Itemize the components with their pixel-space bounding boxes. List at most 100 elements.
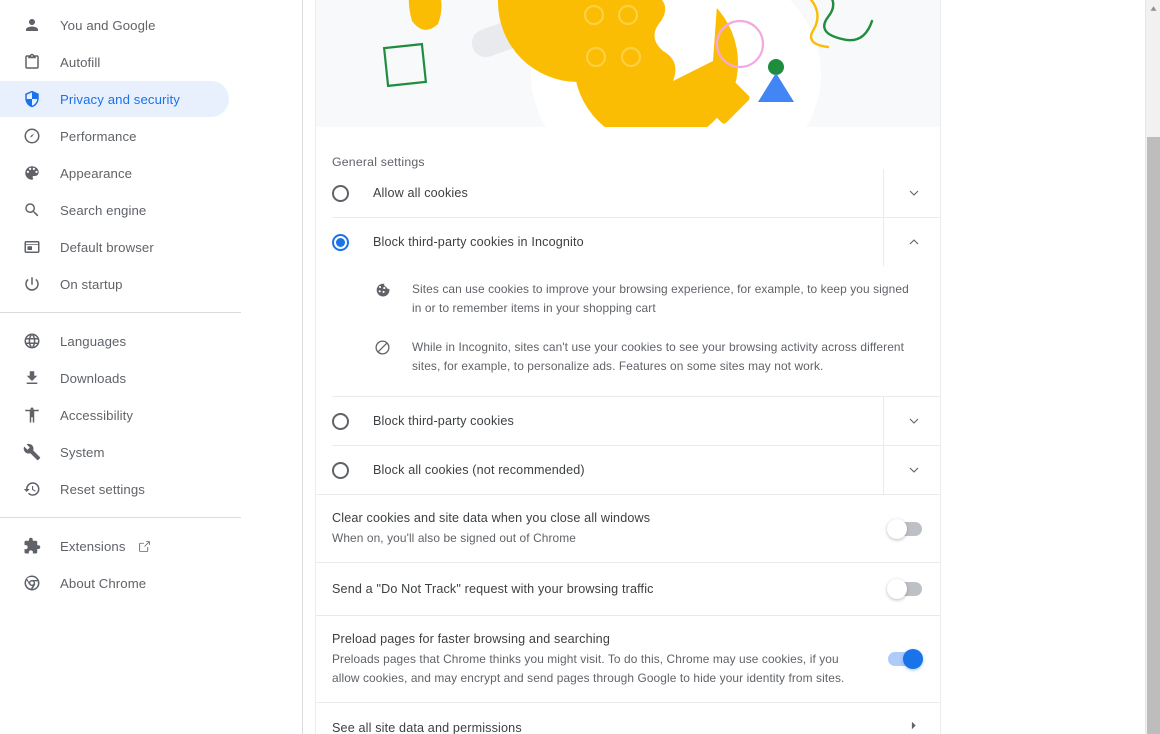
detail-row: While in Incognito, sites can't use your… xyxy=(316,328,940,386)
sidebar-divider xyxy=(0,517,241,518)
sidebar-divider xyxy=(0,312,241,313)
page-scrollbar[interactable] xyxy=(1145,0,1160,734)
sidebar-item-label: System xyxy=(60,444,105,460)
sidebar-item-label: You and Google xyxy=(60,17,156,33)
chevron-down-icon xyxy=(906,185,922,201)
radio-button[interactable] xyxy=(332,233,349,251)
scrollbar-thumb[interactable] xyxy=(1147,137,1160,734)
sidebar-item-reset-settings[interactable]: Reset settings xyxy=(0,471,302,507)
sidebar-item-label: Search engine xyxy=(60,202,147,218)
see-all-site-data-and-permissions-row[interactable]: See all site data and permissions xyxy=(316,703,940,734)
browser-window-icon xyxy=(22,237,42,257)
speedometer-icon xyxy=(22,126,42,146)
sidebar-item-label: On startup xyxy=(60,276,123,292)
sidebar-item-privacy-and-security[interactable]: Privacy and security xyxy=(0,81,229,117)
chevron-down-icon xyxy=(906,413,922,429)
sidebar-item-label: Performance xyxy=(60,128,137,144)
cookie-option-details: Sites can use cookies to improve your br… xyxy=(316,266,940,396)
sidebar-item-system[interactable]: System xyxy=(0,434,302,470)
expand-toggle[interactable] xyxy=(883,397,940,445)
detail-text: While in Incognito, sites can't use your… xyxy=(412,340,905,373)
sidebar-group-footer: Extensions About Chrome xyxy=(0,528,302,601)
setting-do-not-track[interactable]: Send a "Do Not Track" request with your … xyxy=(316,563,940,615)
radio-button[interactable] xyxy=(332,412,349,430)
expand-toggle[interactable] xyxy=(883,169,940,217)
setting-preload-pages[interactable]: Preload pages for faster browsing and se… xyxy=(316,616,940,702)
toggle-switch[interactable] xyxy=(887,518,922,539)
radio-button[interactable] xyxy=(332,461,349,479)
sidebar-item-label: Reset settings xyxy=(60,481,145,497)
sidebar-item-default-browser[interactable]: Default browser xyxy=(0,229,302,265)
cookie-option-block-all[interactable]: Block all cookies (not recommended) xyxy=(316,446,940,494)
collapse-toggle[interactable] xyxy=(883,218,940,266)
sidebar-item-about-chrome[interactable]: About Chrome xyxy=(0,565,302,601)
setting-clear-cookies-on-close[interactable]: Clear cookies and site data when you clo… xyxy=(316,495,940,562)
sidebar-item-autofill[interactable]: Autofill xyxy=(0,44,302,80)
scroll-up-arrow-icon[interactable] xyxy=(1146,0,1160,16)
cookie-option-allow-all[interactable]: Allow all cookies xyxy=(316,169,940,217)
sidebar-item-label: Privacy and security xyxy=(60,91,180,107)
cookies-illustration xyxy=(316,0,940,127)
setting-subtitle: Preloads pages that Chrome thinks you mi… xyxy=(332,652,845,685)
link-label: See all site data and permissions xyxy=(332,721,522,734)
sidebar-item-label: About Chrome xyxy=(60,575,147,591)
toggle-knob xyxy=(887,579,907,599)
settings-main-content: General settings Allow all cookies Block… xyxy=(303,0,1160,734)
history-restore-icon xyxy=(22,479,42,499)
cookie-icon xyxy=(374,281,398,318)
shield-icon xyxy=(22,89,42,109)
cookie-option-block-third-party[interactable]: Block third-party cookies xyxy=(316,397,940,445)
sidebar-item-search-engine[interactable]: Search engine xyxy=(0,192,302,228)
cookies-illustration-banner xyxy=(316,0,940,127)
radio-button[interactable] xyxy=(332,184,349,202)
chevron-right-icon xyxy=(907,719,920,734)
setting-subtitle: When on, you'll also be signed out of Ch… xyxy=(332,531,576,545)
sidebar-item-label: Appearance xyxy=(60,165,133,181)
sidebar-item-performance[interactable]: Performance xyxy=(0,118,302,154)
sidebar-group-main: You and Google Autofill Privacy and secu… xyxy=(0,7,302,302)
chrome-settings-window: You and Google Autofill Privacy and secu… xyxy=(0,0,1160,734)
sidebar-item-label: Default browser xyxy=(60,239,154,255)
open-in-new-icon[interactable] xyxy=(138,540,151,553)
puzzle-icon xyxy=(22,536,42,556)
sidebar-item-languages[interactable]: Languages xyxy=(0,323,302,359)
cookie-option-label: Block all cookies (not recommended) xyxy=(373,463,585,477)
settings-sidebar: You and Google Autofill Privacy and secu… xyxy=(0,0,303,734)
sidebar-item-label: Languages xyxy=(60,333,127,349)
section-title: General settings xyxy=(332,155,425,169)
clipboard-icon xyxy=(22,52,42,72)
download-icon xyxy=(22,368,42,388)
toggle-switch[interactable] xyxy=(888,649,923,669)
wrench-icon xyxy=(22,442,42,462)
setting-title: Send a "Do Not Track" request with your … xyxy=(332,581,654,596)
sidebar-item-you-and-google[interactable]: You and Google xyxy=(0,7,302,43)
palette-icon xyxy=(22,163,42,183)
block-icon xyxy=(374,339,398,376)
globe-icon xyxy=(22,331,42,351)
detail-row: Sites can use cookies to improve your br… xyxy=(316,270,940,328)
expand-toggle[interactable] xyxy=(883,446,940,494)
sidebar-item-extensions[interactable]: Extensions xyxy=(0,528,302,564)
sidebar-item-label: Accessibility xyxy=(60,407,134,423)
sidebar-item-accessibility[interactable]: Accessibility xyxy=(0,397,302,433)
toggle-knob xyxy=(903,649,923,669)
cookie-option-block-third-party-incognito[interactable]: Block third-party cookies in Incognito xyxy=(316,218,940,266)
cookie-option-label: Block third-party cookies in Incognito xyxy=(373,235,584,249)
sidebar-item-label: Autofill xyxy=(60,54,101,70)
search-icon xyxy=(22,200,42,220)
sidebar-item-downloads[interactable]: Downloads xyxy=(0,360,302,396)
sidebar-item-label: Downloads xyxy=(60,370,127,386)
cookie-option-label: Allow all cookies xyxy=(373,186,468,200)
sidebar-group-advanced: Languages Downloads Accessibility System xyxy=(0,323,302,507)
toggle-knob xyxy=(887,518,907,539)
setting-texts: Preload pages for faster browsing and se… xyxy=(332,630,924,688)
power-icon xyxy=(22,274,42,294)
toggle-switch[interactable] xyxy=(887,579,922,599)
setting-title: Preload pages for faster browsing and se… xyxy=(332,632,610,646)
chevron-up-icon xyxy=(906,234,922,250)
setting-texts: Send a "Do Not Track" request with your … xyxy=(332,580,924,599)
sidebar-item-appearance[interactable]: Appearance xyxy=(0,155,302,191)
cookies-settings-card: General settings Allow all cookies Block… xyxy=(315,0,941,734)
sidebar-item-on-startup[interactable]: On startup xyxy=(0,266,302,302)
chevron-down-icon xyxy=(906,462,922,478)
